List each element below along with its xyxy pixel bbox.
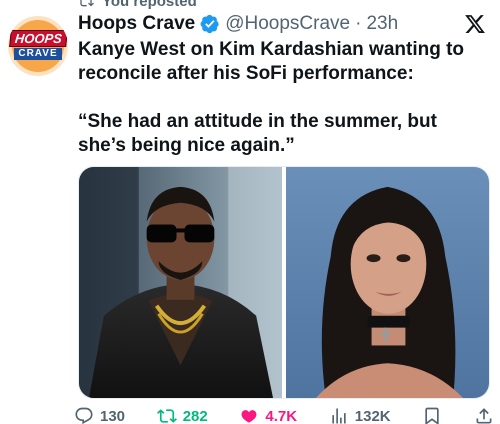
separator-dot: · [355,13,362,34]
avatar[interactable]: HOOPS CRAVE [8,16,68,76]
action-bar: 130 282 4.7K 132K [74,405,494,424]
x-logo-icon [465,15,485,33]
repost-active-icon [156,409,177,423]
repost-count: 282 [182,407,208,424]
photo-man-image [79,167,282,398]
author-handle[interactable]: @HoopsCrave [225,13,350,35]
share-button[interactable] [474,406,494,424]
heart-filled-icon [241,410,257,423]
tweet-text: Kanye West on Kim Kardashian wanting to … [78,38,488,158]
media-photo-left[interactable] [79,167,282,398]
bookmark-button[interactable] [422,406,442,424]
like-count: 4.7K [265,407,298,424]
photo-woman-image [286,167,489,398]
reply-button[interactable]: 130 [74,406,125,424]
avatar-logo-line1: HOOPS [8,30,68,47]
tweet-quote: “She had an attitude in the summer, but … [78,111,437,156]
avatar-logo: HOOPS CRAVE [8,30,68,60]
views-count: 132K [354,407,391,424]
views-button[interactable]: 132K [329,406,391,424]
repost-icon [80,0,94,7]
tweet-headline: Kanye West on Kim Kardashian wanting to … [78,39,465,84]
media-grid [78,166,490,399]
repost-banner: You reposted [78,0,197,10]
reply-icon [75,407,93,424]
media-photo-right[interactable] [286,167,489,398]
repost-banner-text: You reposted [102,0,197,10]
author-name[interactable]: Hoops Crave [78,13,195,35]
repost-button[interactable]: 282 [156,406,208,424]
avatar-logo-line2: CRAVE [14,48,62,60]
tweet-time[interactable]: 23h [366,13,398,35]
bookmark-icon [425,407,439,424]
share-icon [476,408,492,424]
reply-count: 130 [100,407,126,424]
views-icon [332,408,346,424]
verified-badge-icon[interactable] [200,14,220,34]
tweet-header: Hoops Crave @HoopsCrave · 23h [78,12,460,36]
like-button[interactable]: 4.7K [239,406,297,424]
